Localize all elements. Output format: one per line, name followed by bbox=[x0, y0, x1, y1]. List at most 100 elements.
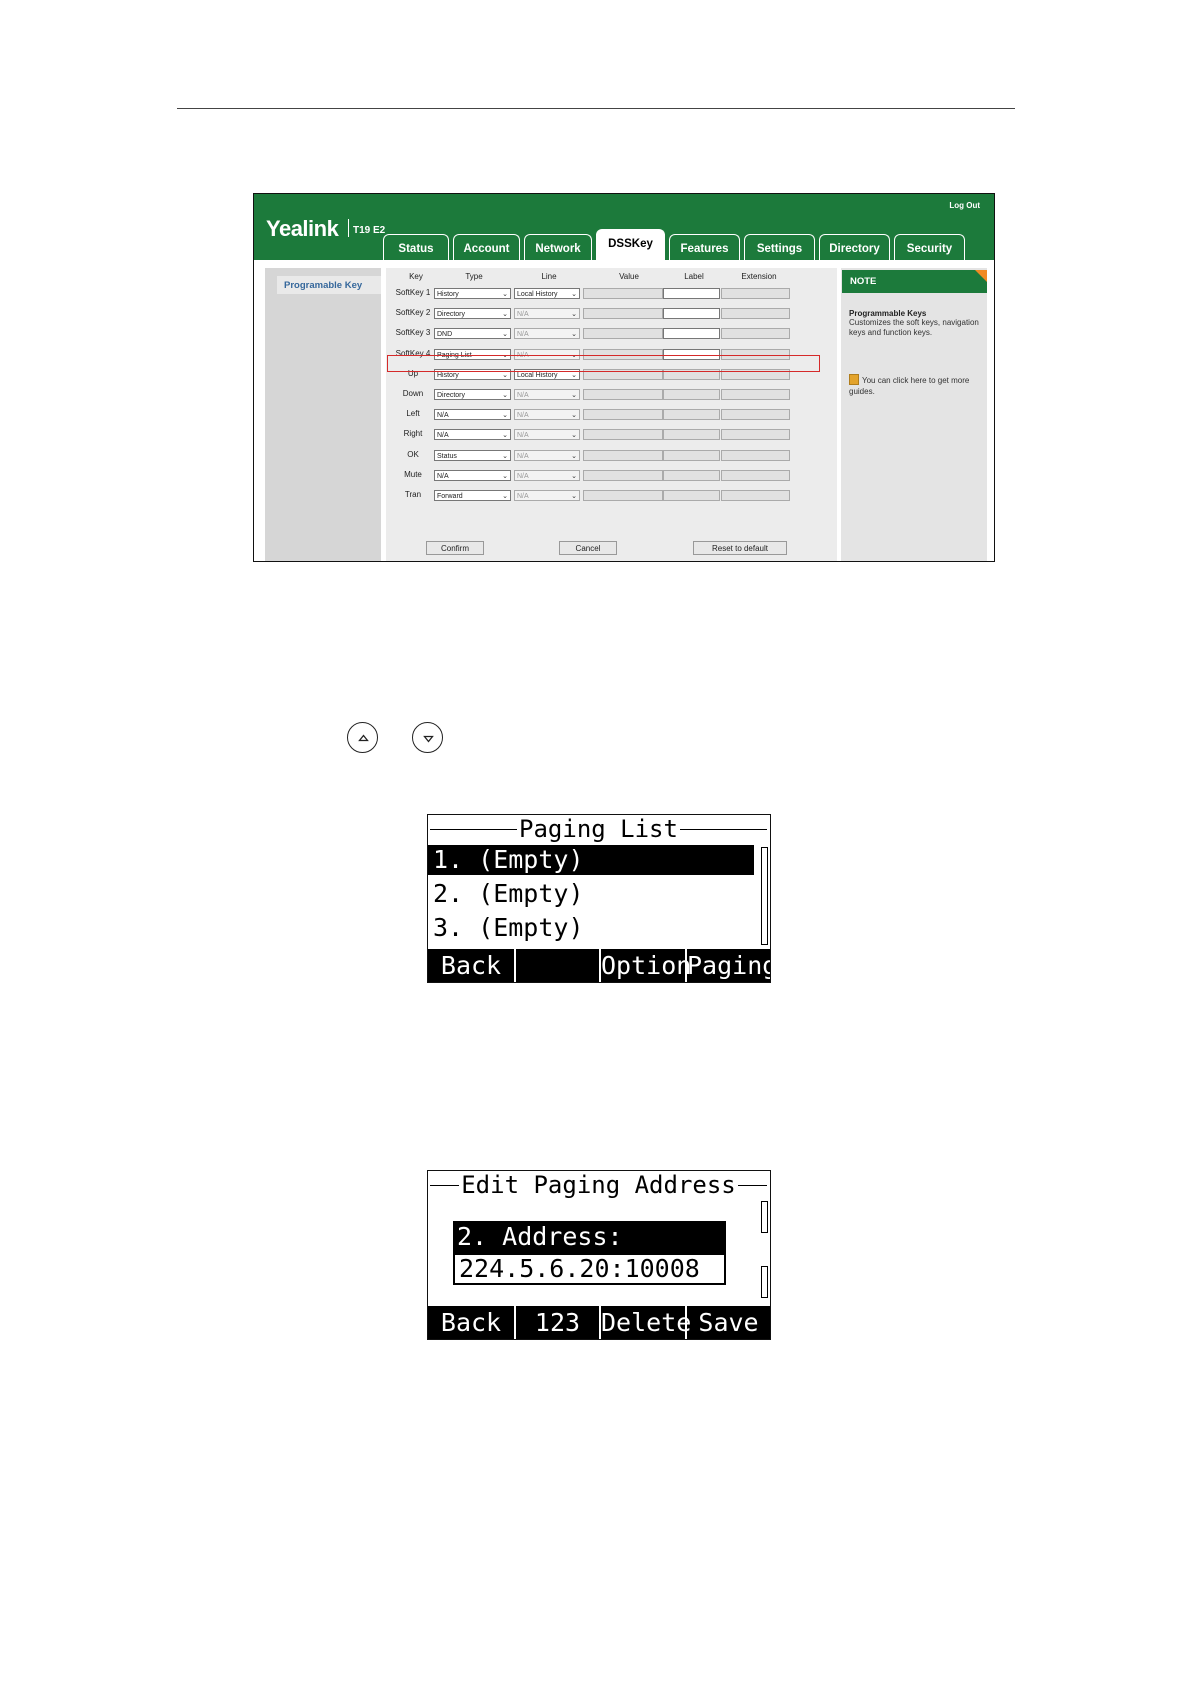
value-field[interactable] bbox=[583, 449, 663, 461]
lcd-paging-list: Paging List 1. (Empty) 2. (Empty) 3. (Em… bbox=[427, 814, 771, 983]
type-select[interactable]: N/A ⌄ bbox=[434, 469, 511, 481]
extension-field[interactable] bbox=[721, 490, 790, 501]
line-select-value: N/A bbox=[517, 311, 529, 319]
scrollbar-bottom bbox=[761, 1266, 768, 1298]
tab-features[interactable]: Features bbox=[669, 234, 740, 260]
softkey-123[interactable]: 123 bbox=[516, 1306, 599, 1339]
extension-field[interactable] bbox=[721, 389, 790, 400]
tab-settings[interactable]: Settings bbox=[744, 234, 815, 260]
column-header-line: Line bbox=[541, 272, 557, 281]
softkey-empty[interactable] bbox=[516, 949, 599, 982]
type-select[interactable]: Directory ⌄ bbox=[434, 308, 511, 320]
paging-list-item[interactable]: 1. (Empty) bbox=[428, 845, 754, 875]
lcd-edit-paging-address: Edit Paging Address 2. Address: 224.5.6.… bbox=[427, 1170, 771, 1340]
tab-network[interactable]: Network bbox=[524, 234, 592, 260]
type-select[interactable]: N/A ⌄ bbox=[434, 429, 511, 441]
value-field[interactable] bbox=[583, 389, 663, 400]
label-field[interactable] bbox=[663, 469, 720, 481]
label-field[interactable] bbox=[663, 308, 720, 320]
type-select[interactable]: DND ⌄ bbox=[434, 328, 511, 340]
line-select[interactable]: N/A ⌄ bbox=[514, 409, 580, 421]
value-field[interactable] bbox=[583, 469, 663, 481]
tab-dsskey[interactable]: DSSKey bbox=[596, 229, 665, 260]
note-guide-text: You can click here to get more guides. bbox=[849, 376, 970, 396]
page-header-rule bbox=[177, 108, 1015, 109]
line-select[interactable]: N/A ⌄ bbox=[514, 449, 580, 461]
label-field[interactable] bbox=[663, 288, 720, 299]
paging-list-item[interactable]: 3. (Empty) bbox=[428, 913, 754, 943]
line-select-value: N/A bbox=[517, 392, 529, 399]
label-field[interactable] bbox=[663, 429, 720, 441]
address-field-label: 2. Address: bbox=[453, 1221, 726, 1253]
line-select[interactable]: N/A ⌄ bbox=[514, 490, 580, 501]
scrollbar-top bbox=[761, 1201, 768, 1233]
line-select[interactable]: N/A ⌄ bbox=[514, 469, 580, 481]
type-select[interactable]: History ⌄ bbox=[434, 288, 511, 299]
extension-field[interactable] bbox=[721, 449, 790, 461]
tab-directory[interactable]: Directory bbox=[819, 234, 890, 260]
softkey-paging[interactable]: Paging bbox=[687, 949, 770, 982]
line-select[interactable]: N/A ⌄ bbox=[514, 328, 580, 340]
softkey-delete[interactable]: Delete bbox=[601, 1306, 691, 1339]
paging-list-item[interactable]: 2. (Empty) bbox=[428, 879, 754, 909]
type-select[interactable]: Directory ⌄ bbox=[434, 389, 511, 400]
label-field[interactable] bbox=[663, 449, 720, 461]
softkey-back[interactable]: Back bbox=[428, 949, 514, 982]
key-name: OK bbox=[407, 449, 419, 459]
extension-field[interactable] bbox=[721, 328, 790, 340]
book-icon bbox=[849, 374, 859, 385]
note-guide-link[interactable]: You can click here to get more guides. bbox=[849, 374, 981, 397]
type-select-value: History bbox=[437, 291, 459, 298]
note-title: Programmable Keys bbox=[849, 309, 927, 318]
nav-item-programable-key[interactable]: Programable Key bbox=[277, 276, 381, 294]
type-select[interactable]: Forward ⌄ bbox=[434, 490, 511, 501]
value-field[interactable] bbox=[583, 490, 663, 501]
line-select-value: N/A bbox=[517, 331, 529, 339]
line-select[interactable]: N/A ⌄ bbox=[514, 389, 580, 400]
value-field[interactable] bbox=[583, 308, 663, 320]
line-select-value: N/A bbox=[517, 432, 529, 440]
softkey-save[interactable]: Save bbox=[687, 1306, 770, 1339]
address-input[interactable]: 224.5.6.20:10008 bbox=[453, 1253, 726, 1285]
line-select[interactable]: N/A ⌄ bbox=[514, 429, 580, 441]
extension-field[interactable] bbox=[721, 288, 790, 299]
chevron-down-icon: ⌄ bbox=[502, 291, 508, 298]
confirm-button[interactable]: Confirm bbox=[426, 541, 484, 555]
extension-field[interactable] bbox=[721, 469, 790, 481]
line-select[interactable]: N/A ⌄ bbox=[514, 308, 580, 320]
type-select-value: N/A bbox=[437, 412, 449, 420]
label-field[interactable] bbox=[663, 328, 720, 340]
cancel-button[interactable]: Cancel bbox=[559, 541, 617, 555]
label-field[interactable] bbox=[663, 389, 720, 400]
label-field[interactable] bbox=[663, 409, 720, 421]
tab-account[interactable]: Account bbox=[453, 234, 520, 260]
softkey-option[interactable]: Option bbox=[601, 949, 691, 982]
tab-status[interactable]: Status bbox=[383, 234, 449, 260]
tab-security[interactable]: Security bbox=[894, 234, 965, 260]
column-header-label: Label bbox=[684, 272, 704, 281]
reset-to-default-button[interactable]: Reset to default bbox=[693, 541, 787, 555]
value-field[interactable] bbox=[583, 429, 663, 441]
value-field[interactable] bbox=[583, 328, 663, 340]
down-navigation-key-icon bbox=[412, 722, 443, 753]
note-corner-decoration bbox=[975, 270, 987, 282]
line-select-value: N/A bbox=[517, 472, 529, 480]
line-select-value: N/A bbox=[517, 412, 529, 420]
softkey-back[interactable]: Back bbox=[428, 1306, 514, 1339]
line-select[interactable]: Local History ⌄ bbox=[514, 288, 580, 299]
extension-field[interactable] bbox=[721, 409, 790, 421]
logout-link[interactable]: Log Out bbox=[949, 201, 980, 210]
label-field[interactable] bbox=[663, 490, 720, 501]
extension-field[interactable] bbox=[721, 308, 790, 320]
extension-field[interactable] bbox=[721, 429, 790, 441]
type-select[interactable]: Status ⌄ bbox=[434, 449, 511, 461]
note-body: Customizes the soft keys, navigation key… bbox=[849, 318, 979, 337]
type-select-value: History bbox=[437, 371, 459, 379]
note-header: NOTE bbox=[842, 270, 987, 293]
value-field[interactable] bbox=[583, 288, 663, 299]
chevron-down-icon: ⌄ bbox=[571, 472, 577, 480]
type-select[interactable]: N/A ⌄ bbox=[434, 409, 511, 421]
key-name: SoftKey 1 bbox=[395, 288, 431, 297]
value-field[interactable] bbox=[583, 409, 663, 421]
type-select-value: Forward bbox=[437, 493, 463, 500]
